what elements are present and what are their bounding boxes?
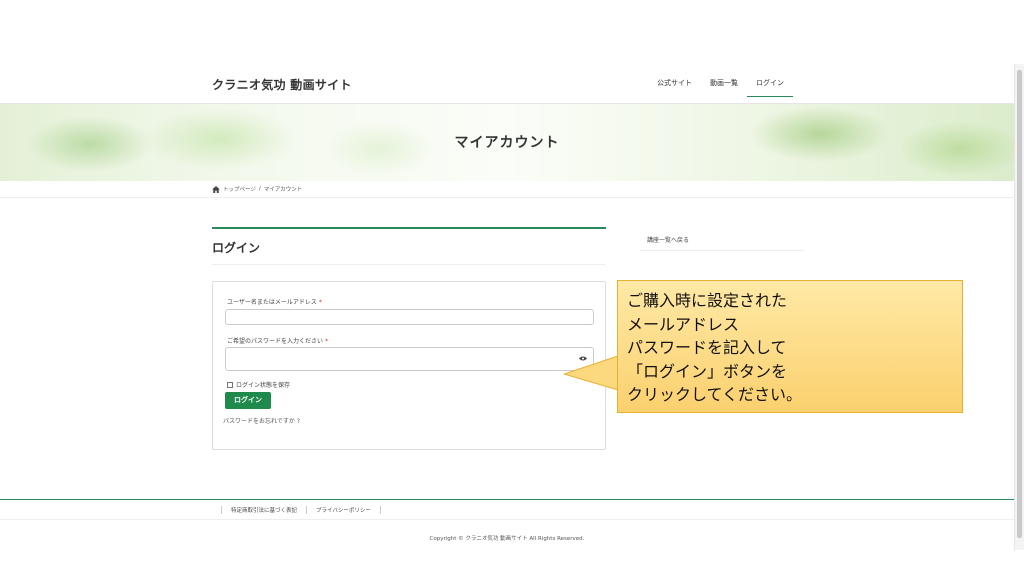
footer-separator: [379, 506, 381, 514]
scrollbar[interactable]: [1014, 64, 1024, 550]
nav-item-official-site[interactable]: 公式サイト: [648, 64, 701, 97]
callout-text: ご購入時に設定された メールアドレス パスワードを記入して 「ログイン」ボタンを…: [627, 289, 802, 407]
callout-line: 「ログイン」ボタンを: [627, 361, 788, 381]
breadcrumb-current: マイアカウント: [263, 187, 303, 193]
main-nav: 公式サイト 動画一覧 ログイン: [648, 64, 793, 104]
footer-separator: [221, 506, 222, 514]
site-header: クラニオ気功 動画サイト 公式サイト 動画一覧 ログイン: [0, 64, 1014, 104]
required-mark: *: [318, 299, 322, 306]
breadcrumb: トップページ / マイアカウント: [212, 185, 302, 193]
scrollbar-thumb[interactable]: [1017, 70, 1022, 538]
nav-item-video-list[interactable]: 動画一覧: [701, 64, 747, 97]
forgot-password-link[interactable]: パスワードをお忘れですか ?: [223, 416, 300, 425]
username-label-text: ユーザー名またはメールアドレス: [227, 299, 317, 306]
password-input[interactable]: [225, 347, 594, 371]
callout-line: ご購入時に設定された: [627, 291, 788, 310]
login-button[interactable]: ログイン: [225, 392, 271, 409]
username-input[interactable]: [225, 309, 594, 325]
back-to-courses-link[interactable]: 講座一覧へ戻る: [640, 227, 804, 251]
nav-item-login[interactable]: ログイン: [747, 64, 793, 97]
login-form: ユーザー名またはメールアドレス * ご希望のパスワードを入力ください * ログイ…: [212, 281, 606, 450]
page-title: マイアカウント: [454, 135, 560, 151]
login-heading-block: ログイン: [212, 227, 606, 265]
footer-divider-accent: [0, 499, 1014, 500]
footer-links: 特定商取引法に基づく表記 プライバシーポリシー: [212, 502, 390, 518]
breadcrumb-home-link[interactable]: トップページ: [223, 185, 256, 193]
breadcrumb-bar: トップページ / マイアカウント: [0, 181, 1014, 198]
remember-me-label[interactable]: ログイン状態を保存: [236, 380, 290, 389]
remember-me-checkbox[interactable]: [227, 381, 233, 388]
password-label: ご希望のパスワードを入力ください *: [227, 336, 328, 345]
callout-line: メールアドレス: [627, 314, 740, 334]
callout-pointer: [564, 355, 620, 391]
site-title[interactable]: クラニオ気功 動画サイト: [212, 76, 352, 93]
breadcrumb-separator: /: [258, 186, 261, 192]
instruction-callout: ご購入時に設定された メールアドレス パスワードを記入して 「ログイン」ボタンを…: [617, 280, 963, 413]
remember-me: ログイン状態を保存: [227, 380, 290, 389]
callout-line: クリックしてください。: [627, 385, 803, 404]
copyright: Copyright © クラニオ気功 動画サイト All Rights Rese…: [429, 536, 585, 542]
password-label-text: ご希望のパスワードを入力ください: [227, 338, 324, 345]
callout-line: パスワードを記入して: [627, 338, 787, 357]
footer-link-privacy[interactable]: プライバシーポリシー: [316, 506, 371, 514]
page-hero-banner: マイアカウント: [0, 104, 1014, 181]
home-icon[interactable]: [212, 185, 220, 193]
login-heading: ログイン: [212, 241, 261, 255]
footer-divider: [0, 519, 1014, 520]
required-mark: *: [324, 338, 328, 345]
username-label: ユーザー名またはメールアドレス *: [227, 297, 322, 306]
footer-separator: [306, 506, 308, 514]
footer-link-legal[interactable]: 特定商取引法に基づく表記: [231, 506, 297, 514]
page: クラニオ気功 動画サイト 公式サイト 動画一覧 ログイン マイアカウント トップ…: [0, 0, 1024, 576]
